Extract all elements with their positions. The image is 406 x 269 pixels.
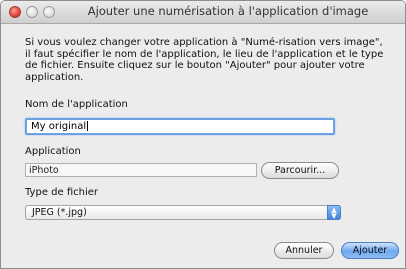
text-caret xyxy=(87,121,89,131)
application-path-field: iPhoto xyxy=(25,163,257,177)
app-name-input[interactable]: My original xyxy=(25,118,335,135)
window-title: Ajouter une numérisation à l'application… xyxy=(87,4,369,18)
app-name-value: My original xyxy=(31,121,87,132)
up-down-arrows-icon: ▲ ▼ xyxy=(327,205,341,220)
file-type-value: JPEG (*.jpg) xyxy=(32,207,87,218)
cancel-button[interactable]: Annuler xyxy=(274,242,334,259)
file-type-label: Type de fichier xyxy=(25,187,99,198)
title-bar[interactable]: Ajouter une numérisation à l'application… xyxy=(1,1,405,24)
file-type-select[interactable]: JPEG (*.jpg) ▲ ▼ xyxy=(25,205,341,220)
browse-button[interactable]: Parcourir... xyxy=(261,162,339,179)
dialog-window: Ajouter une numérisation à l'application… xyxy=(0,0,406,269)
description-text: Si vous voulez changer votre application… xyxy=(25,37,384,83)
close-icon[interactable] xyxy=(9,6,21,18)
minimize-icon[interactable] xyxy=(26,6,38,18)
app-name-label: Nom de l'application xyxy=(25,99,128,110)
zoom-icon[interactable] xyxy=(43,6,55,18)
add-button[interactable]: Ajouter xyxy=(341,242,399,259)
application-label: Application xyxy=(25,146,81,157)
